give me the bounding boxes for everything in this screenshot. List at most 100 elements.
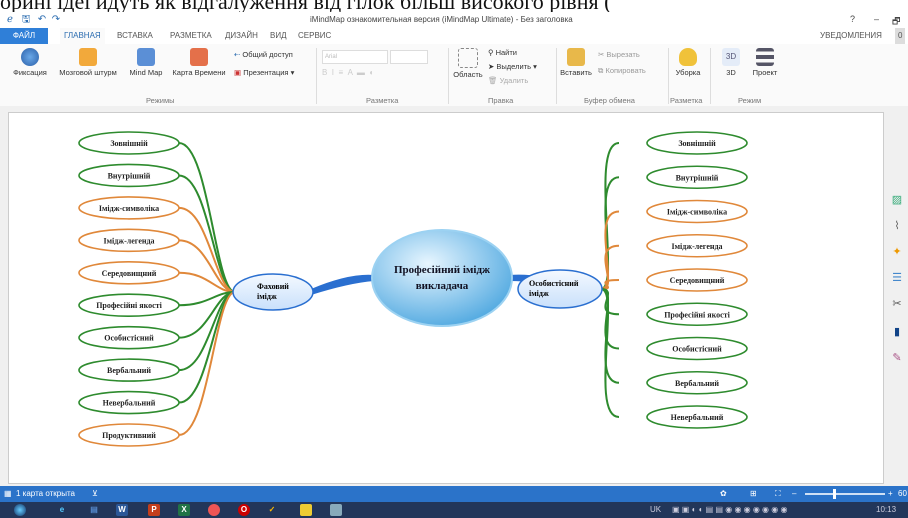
branch-label: Середовищний: [102, 269, 157, 278]
central-node[interactable]: [371, 229, 513, 327]
notifications-button[interactable]: УВЕДОМЛЕНИЯ: [820, 28, 882, 44]
presentation-button[interactable]: ▣ Презентация ▾: [234, 68, 294, 77]
cut-button[interactable]: ✂ Вырезать: [598, 50, 640, 59]
font-size-select[interactable]: [390, 50, 428, 64]
delete-button[interactable]: 🗑 Удалить: [488, 76, 528, 85]
icons-icon[interactable]: ✦: [891, 246, 903, 258]
branch-label: Невербальний: [671, 413, 724, 422]
side-toolbar: ▨ ⌇ ✦ ☰ ✂ ▮ ✎: [886, 106, 908, 486]
opera-icon[interactable]: O: [238, 504, 250, 516]
branch-line: [178, 174, 236, 293]
help-button[interactable]: ?: [850, 14, 855, 24]
branch-line: [600, 288, 620, 418]
zoom-slider[interactable]: [805, 489, 885, 499]
attachment-icon[interactable]: ⌇: [891, 220, 903, 232]
tag-icon[interactable]: ▮: [891, 326, 903, 338]
branch-label: Особистісний: [104, 334, 154, 343]
window-title: iMindMap ознакомительная версия (iMindMa…: [310, 15, 573, 24]
ribbon: Фиксация Мозговой штурм Mind Map Карта В…: [0, 44, 908, 107]
app-logo-icon: ℯ: [7, 14, 13, 25]
tray-icons[interactable]: ▣ ▣ ◐ ◐ ▤ ▤ ◉ ◉ ◉ ◉ ◉ ◉ ◉: [672, 505, 787, 514]
title-bar: ℯ 🖫 ↶ ↷ iMindMap ознакомительная версия …: [0, 12, 908, 28]
powerpoint-icon[interactable]: P: [148, 504, 160, 516]
tab-file[interactable]: ФАЙЛ: [0, 28, 48, 44]
fix-button[interactable]: Фиксация: [8, 48, 52, 77]
copy-button[interactable]: ⧉ Копировать: [598, 66, 646, 75]
find-label: Найти: [495, 48, 517, 57]
start-button[interactable]: [14, 504, 26, 516]
notes-icon[interactable]: ☰: [891, 272, 903, 284]
area-button[interactable]: Область: [452, 48, 484, 79]
scissors-icon[interactable]: ✂: [891, 298, 903, 310]
pin-icon[interactable]: ⊻: [92, 486, 98, 502]
save-icon[interactable]: 🖫: [20, 14, 32, 26]
share-label: Общий доступ: [242, 50, 293, 59]
zoom-slider-thumb[interactable]: [833, 489, 836, 499]
branch-line: [600, 210, 620, 290]
tab-insert[interactable]: ВСТАВКА: [117, 28, 153, 44]
separator: [668, 48, 669, 104]
lightbulb-icon[interactable]: ✿: [720, 486, 727, 502]
branch-label: Зовнішній: [678, 139, 716, 148]
imindmap-icon[interactable]: ✓: [266, 504, 278, 516]
timemap-button[interactable]: Карта Времени: [168, 48, 230, 77]
branch-label: Внутрішній: [676, 173, 719, 182]
image-icon[interactable]: ▨: [891, 194, 903, 206]
tab-layout[interactable]: РАЗМЕТКА: [170, 28, 212, 44]
share-icon: ⇠: [234, 50, 241, 59]
zoom-level: 60: [898, 489, 907, 498]
cube-icon: 3D: [722, 48, 740, 66]
save-app-icon[interactable]: ▤: [88, 504, 100, 516]
font-select[interactable]: Arial: [322, 50, 388, 64]
fit-icon[interactable]: ⛶: [775, 486, 781, 502]
central-label-line2: викладача: [416, 280, 469, 292]
brainstorm-icon: [79, 48, 97, 66]
cleanup-button[interactable]: Уборка: [672, 48, 704, 77]
branch-label: Вербальний: [675, 379, 719, 388]
view3d-button[interactable]: 3D 3D: [720, 48, 742, 77]
folder-icon[interactable]: [300, 504, 312, 516]
group-layout: Разметка: [366, 96, 399, 105]
tab-view[interactable]: ВИД: [270, 28, 287, 44]
branch-label: Продуктивний: [102, 431, 156, 440]
ribbon-tabs: ФАЙЛ ГЛАВНАЯ ВСТАВКА РАЗМЕТКА ДИЗАЙН ВИД…: [0, 28, 908, 44]
undo-icon[interactable]: ↶: [36, 14, 48, 26]
mindmap-button[interactable]: Mind Map: [124, 48, 168, 77]
cursor-icon: ➤: [488, 62, 495, 71]
chrome-icon[interactable]: [208, 504, 220, 516]
paste-button[interactable]: Вставить: [558, 48, 594, 77]
branch-label: Імідж-легенда: [671, 242, 722, 251]
zoom-in-button[interactable]: +: [888, 486, 893, 502]
branch-label: Імідж-легенда: [103, 236, 154, 245]
separator: [710, 48, 711, 104]
tab-design[interactable]: ДИЗАЙН: [225, 28, 258, 44]
tab-home[interactable]: ГЛАВНАЯ: [60, 28, 105, 44]
clock: 10:13: [876, 505, 897, 514]
project-button[interactable]: Проект: [748, 48, 782, 77]
fix-label: Фиксация: [13, 68, 47, 77]
separator: [316, 48, 317, 104]
select-button[interactable]: ➤ Выделить ▾: [488, 62, 537, 71]
app-icon[interactable]: [330, 504, 342, 516]
branch-label: Вербальний: [107, 366, 151, 375]
grid-icon[interactable]: ⊞: [750, 486, 757, 502]
timemap-icon: [190, 48, 208, 66]
branch-line: [600, 244, 620, 290]
tab-service[interactable]: СЕРВИС: [298, 28, 331, 44]
share-button[interactable]: ⇠ Общий доступ: [234, 50, 293, 59]
browser-icon[interactable]: e: [56, 504, 68, 516]
mindmap-canvas[interactable]: Професійний імідж викладача Фаховий імід…: [8, 112, 884, 484]
brainstorm-button[interactable]: Мозговой штурм: [56, 48, 120, 77]
left-connector: [311, 274, 374, 295]
minimize-button[interactable]: –: [874, 14, 879, 24]
zoom-out-button[interactable]: –: [792, 486, 796, 502]
language-indicator[interactable]: UK: [650, 505, 661, 514]
excel-icon[interactable]: X: [178, 504, 190, 516]
redo-icon[interactable]: ↷: [50, 14, 62, 26]
brush-icon[interactable]: ✎: [891, 352, 903, 364]
branch-line: [600, 176, 620, 290]
mindmap-icon: [137, 48, 155, 66]
find-button[interactable]: ⚲ Найти: [488, 48, 517, 57]
word-icon[interactable]: W: [116, 504, 128, 516]
select-label: Выделить ▾: [496, 62, 537, 71]
